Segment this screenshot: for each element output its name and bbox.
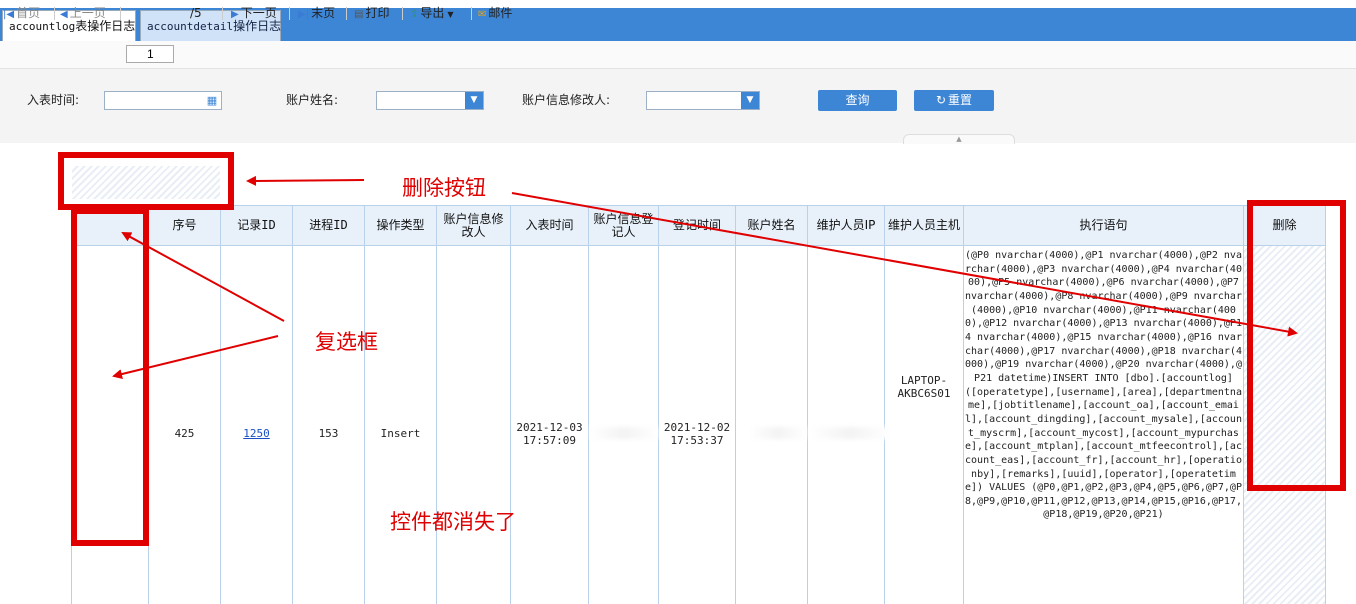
chevron-up-icon: ▲ (956, 135, 962, 143)
annotation-box-delete-column (1247, 200, 1346, 491)
header-op-type[interactable]: 操作类型 (365, 205, 436, 246)
print-button[interactable]: ▤ 打印 (354, 4, 389, 22)
cell-op-type: Insert (380, 426, 421, 440)
column-divider (364, 205, 365, 604)
query-button[interactable]: 查询 (818, 90, 897, 111)
header-maintainer-host[interactable]: 维护人员主机 (885, 205, 963, 246)
entry-time-input[interactable]: ▦ (104, 91, 222, 110)
prev-page-icon: ◀ (60, 9, 68, 20)
annotation-checkbox: 复选框 (315, 330, 378, 354)
toolbar-divider (346, 7, 347, 20)
last-page-icon: ▶| (298, 9, 310, 20)
annotation-box-delete-area (58, 152, 234, 210)
calendar-icon[interactable]: ▦ (203, 92, 221, 109)
annotation-box-checkbox-column (71, 208, 149, 546)
mail-icon: ✉ (478, 9, 487, 20)
redacted-account-name (750, 427, 806, 439)
page-total: /5 (190, 6, 202, 20)
annotation-controls-missing: 控件都消失了 (390, 510, 516, 534)
chevron-down-icon[interactable]: ▼ (741, 92, 759, 109)
page-number-input[interactable] (126, 45, 174, 63)
account-name-label: 账户姓名: (286, 93, 339, 107)
chevron-down-icon: ▼ (447, 10, 454, 19)
header-statement[interactable]: 执行语句 (964, 205, 1243, 246)
entry-time-label: 入表时间: (27, 93, 80, 107)
cell-maintainer-host: LAPTOP- AKBC6S01 (897, 374, 951, 400)
export-button[interactable]: ⇪ 导出 ▼ (410, 4, 454, 22)
column-divider (510, 205, 511, 604)
cell-statement: (@P0 nvarchar(4000),@P1 nvarchar(4000),@… (965, 250, 1242, 521)
column-divider (1243, 205, 1244, 604)
modifier-label: 账户信息修改人: (522, 93, 611, 107)
toolbar-divider (120, 7, 121, 20)
redacted-registrant (590, 427, 658, 439)
last-page-button[interactable]: ▶| 末页 (298, 4, 335, 22)
refresh-icon: ↻ (935, 93, 947, 107)
header-entry-time[interactable]: 入表时间 (511, 205, 588, 246)
column-divider (436, 205, 437, 604)
toolbar-divider (54, 7, 55, 20)
column-divider (220, 205, 221, 604)
cell-seq: 425 (174, 426, 195, 440)
record-id-link[interactable]: 1250 (221, 425, 292, 441)
toolbar-divider (471, 7, 472, 20)
toolbar-divider (289, 7, 290, 20)
modifier-select[interactable]: ▼ (646, 91, 760, 110)
pager-toolbar (0, 41, 1356, 69)
next-page-icon: ▶ (231, 9, 239, 20)
cell-entry-time: 2021-12-03 17:57:09 (516, 421, 583, 447)
column-divider (735, 205, 736, 604)
prev-page-button[interactable]: ◀ 上一页 (60, 4, 106, 22)
header-process-id[interactable]: 进程ID (293, 205, 364, 246)
mail-button[interactable]: ✉ 邮件 (478, 4, 512, 22)
column-divider (963, 205, 964, 604)
redacted-maintainer-ip (810, 427, 890, 439)
column-divider (292, 205, 293, 604)
header-account-name[interactable]: 账户姓名 (736, 205, 807, 246)
chevron-down-icon[interactable]: ▼ (465, 92, 483, 109)
account-name-select[interactable]: ▼ (376, 91, 484, 110)
header-maintainer-ip[interactable]: 维护人员IP (808, 205, 884, 246)
cell-reg-time: 2021-12-02 17:53:37 (663, 421, 731, 447)
cell-process-id: 153 (318, 426, 339, 440)
header-reg-time[interactable]: 登记时间 (659, 205, 735, 246)
printer-icon: ▤ (354, 9, 364, 20)
next-page-button[interactable]: ▶ 下一页 (231, 4, 277, 22)
reset-button[interactable]: ↻ 重置 (914, 90, 994, 111)
export-icon: ⇪ (410, 9, 419, 20)
toolbar-divider (402, 7, 403, 20)
header-seq[interactable]: 序号 (149, 205, 220, 246)
column-divider (884, 205, 885, 604)
header-record-id[interactable]: 记录ID (221, 205, 292, 246)
first-page-icon: |◀ (3, 9, 15, 20)
annotation-delete-button: 删除按钮 (402, 176, 486, 200)
column-divider (807, 205, 808, 604)
column-divider (588, 205, 589, 604)
toolbar-divider (222, 7, 223, 20)
header-modifier[interactable]: 账户信息修改人 (437, 205, 510, 246)
column-divider (658, 205, 659, 604)
first-page-button[interactable]: |◀ 首页 (3, 4, 40, 22)
header-registrant[interactable]: 账户信息登记人 (589, 205, 658, 246)
collapse-toggle[interactable]: ▲ (903, 134, 1015, 144)
